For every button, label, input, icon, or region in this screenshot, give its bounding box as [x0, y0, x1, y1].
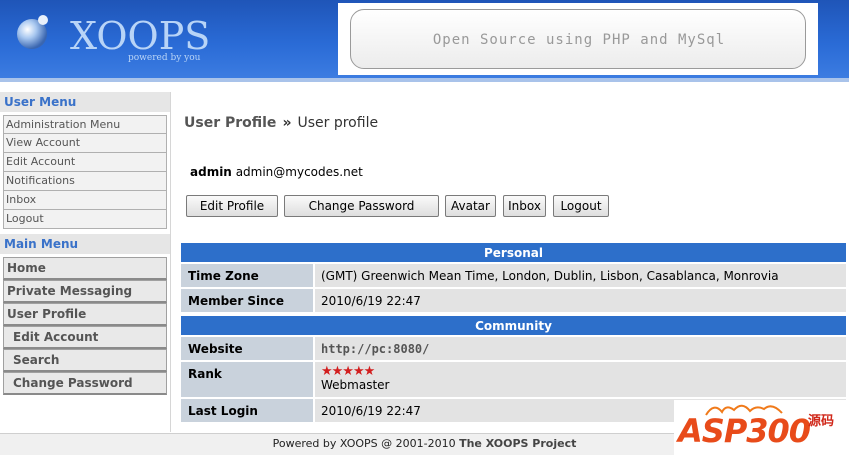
- community-section-header: Community: [180, 315, 847, 336]
- user-email: admin@mycodes.net: [235, 165, 363, 179]
- watermark-logo: ASP300 源码: [674, 400, 849, 455]
- ad-banner[interactable]: Open Source using PHP and MySql: [350, 9, 806, 69]
- footer-powered-by: Powered by XOOPS @ 2001-2010: [272, 437, 456, 450]
- left-sidebar: User Menu Administration Menu View Accou…: [0, 92, 170, 432]
- main-menu-title: Main Menu: [0, 234, 170, 254]
- profile-row-rank: Rank ★★★★★ Webmaster: [180, 361, 847, 398]
- profile-row-member-since: Member Since 2010/6/19 22:47: [180, 288, 847, 313]
- watermark-text: ASP300: [678, 412, 811, 450]
- user-menu-item-view-account[interactable]: View Account: [3, 134, 167, 153]
- main-menu-subitem-change-password[interactable]: Change Password: [3, 372, 167, 395]
- rank-label: Rank: [180, 361, 314, 398]
- user-menu-item-administration[interactable]: Administration Menu: [3, 115, 167, 134]
- rank-stars-icon: ★★★★★: [321, 364, 375, 379]
- website-link[interactable]: http://pc:8080/: [314, 336, 847, 361]
- header-divider: [0, 78, 849, 82]
- banner-text: Open Source using PHP and MySql: [432, 32, 726, 48]
- edit-profile-button[interactable]: Edit Profile: [186, 195, 278, 217]
- logo-text[interactable]: XOOPS: [70, 16, 210, 56]
- user-menu-item-inbox[interactable]: Inbox: [3, 191, 167, 210]
- site-header: XOOPS powered by you Open Source using P…: [0, 0, 849, 80]
- main-menu-list: Home Private Messaging User Profile Edit…: [3, 257, 167, 395]
- sidebar-divider: [170, 92, 171, 432]
- profile-table: Personal Time Zone (GMT) Greenwich Mean …: [180, 242, 847, 424]
- main-menu-subitem-search[interactable]: Search: [3, 349, 167, 372]
- breadcrumb-separator: »: [282, 115, 292, 131]
- personal-section-header: Personal: [180, 242, 847, 263]
- main-menu-item-private-messaging[interactable]: Private Messaging: [3, 280, 167, 303]
- watermark-side-text: 源码: [808, 414, 835, 429]
- member-since-value: 2010/6/19 22:47: [314, 288, 847, 313]
- member-since-label: Member Since: [180, 288, 314, 313]
- profile-row-timezone: Time Zone (GMT) Greenwich Mean Time, Lon…: [180, 263, 847, 288]
- main-menu-item-user-profile[interactable]: User Profile: [3, 303, 167, 326]
- xoops-logo-icon[interactable]: [12, 12, 52, 52]
- breadcrumb: User Profile » User profile: [184, 115, 378, 131]
- breadcrumb-current: User profile: [297, 115, 379, 131]
- inbox-button[interactable]: Inbox: [503, 195, 546, 217]
- rank-cell: ★★★★★ Webmaster: [314, 361, 847, 398]
- change-password-button[interactable]: Change Password: [284, 195, 439, 217]
- logout-button[interactable]: Logout: [553, 195, 609, 217]
- breadcrumb-home-link[interactable]: User Profile: [184, 115, 276, 131]
- avatar-button[interactable]: Avatar: [445, 195, 496, 217]
- username: admin: [190, 165, 232, 179]
- last-login-label: Last Login: [180, 398, 314, 423]
- user-menu-item-notifications[interactable]: Notifications: [3, 172, 167, 191]
- profile-row-website: Website http://pc:8080/: [180, 336, 847, 361]
- website-label: Website: [180, 336, 314, 361]
- banner-area: Open Source using PHP and MySql: [338, 3, 818, 75]
- timezone-value: (GMT) Greenwich Mean Time, London, Dubli…: [314, 263, 847, 288]
- user-menu-title: User Menu: [0, 92, 170, 112]
- rank-value: Webmaster: [321, 378, 390, 392]
- logo-tagline: powered by you: [128, 53, 201, 63]
- main-menu-subitem-edit-account[interactable]: Edit Account: [3, 326, 167, 349]
- footer-project-link[interactable]: The XOOPS Project: [459, 437, 576, 450]
- user-menu-item-edit-account[interactable]: Edit Account: [3, 153, 167, 172]
- user-menu-list: Administration Menu View Account Edit Ac…: [3, 115, 167, 229]
- timezone-label: Time Zone: [180, 263, 314, 288]
- user-identity: admin admin@mycodes.net: [190, 165, 363, 179]
- user-menu-item-logout[interactable]: Logout: [3, 210, 167, 229]
- main-menu-item-home[interactable]: Home: [3, 257, 167, 280]
